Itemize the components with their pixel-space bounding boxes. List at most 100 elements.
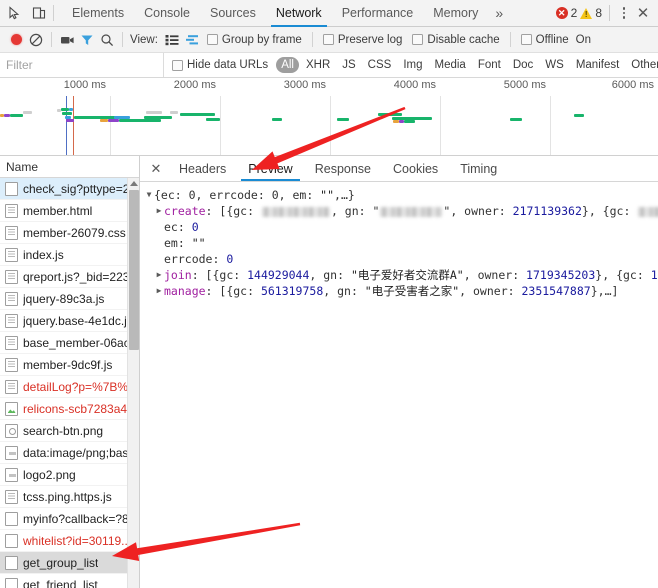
request-row[interactable]: search-btn.png (0, 420, 139, 442)
type-filter-img[interactable]: Img (398, 57, 427, 73)
overview-request-bar (119, 119, 161, 122)
tab-memory[interactable]: Memory (423, 0, 488, 27)
json-preview-tree[interactable]: ▼ {ec: 0, errcode: 0, em: "",…} ▶ create: [… (140, 183, 658, 588)
tab-network[interactable]: Network (266, 0, 332, 27)
json-row[interactable]: em: "" (144, 235, 658, 251)
json-token: , gn: " (330, 204, 380, 218)
request-row[interactable]: member-26079.css (0, 222, 139, 244)
view-waterfall-icon[interactable] (182, 30, 202, 50)
request-row[interactable]: member.html (0, 200, 139, 222)
json-token: 2351547887 (521, 284, 591, 298)
type-filter-all[interactable]: All (276, 57, 299, 73)
view-list-icon[interactable] (162, 30, 182, 50)
filter-input[interactable] (0, 53, 163, 77)
type-filter-js[interactable]: JS (337, 57, 360, 73)
json-token: "电子爱好者交流群A" (350, 268, 464, 282)
type-filter-font[interactable]: Font (473, 57, 506, 73)
request-row[interactable]: jquery-89c3a.js (0, 288, 139, 310)
preserve-log-checkbox[interactable]: Preserve log (322, 34, 402, 46)
type-filter-other[interactable]: Other (626, 57, 658, 73)
scroll-up-arrow-icon[interactable] (128, 178, 139, 189)
toggle-device-toolbar-icon[interactable] (31, 5, 47, 21)
request-row[interactable]: get_group_list (0, 552, 139, 574)
tab-sources[interactable]: Sources (200, 0, 266, 27)
error-count-badge[interactable]: ✕ 2 (555, 6, 577, 20)
tab-console-label: Console (144, 6, 190, 20)
hide-data-urls-checkbox[interactable]: Hide data URLs (172, 59, 268, 71)
tabbar-right-controls: ✕ 2 8 ✕ (555, 4, 658, 22)
request-row[interactable]: base_member-06ac (0, 332, 139, 354)
overview-request-bar (108, 119, 119, 122)
devtools-menu-icon[interactable] (617, 5, 631, 21)
json-token: 144929044 (247, 268, 310, 282)
expand-triangle-closed-icon[interactable]: ▶ (154, 283, 164, 299)
clear-button[interactable] (26, 30, 46, 50)
type-filter-media[interactable]: Media (430, 57, 471, 73)
image-file-icon (5, 401, 18, 416)
json-token: join (164, 268, 192, 282)
request-row[interactable]: tcss.ping.https.js (0, 486, 139, 508)
request-row-name: member-9dc9f.js (23, 357, 113, 372)
request-row[interactable]: index.js (0, 244, 139, 266)
json-row[interactable]: ec: 0 (144, 219, 658, 235)
close-devtools-icon[interactable]: ✕ (634, 4, 652, 22)
type-filter-css[interactable]: CSS (363, 57, 397, 73)
expand-triangle-closed-icon[interactable]: ▶ (154, 203, 164, 219)
request-row[interactable]: detailLog?p=%7B% (0, 376, 139, 398)
overview-gridline (110, 96, 111, 155)
tab-response[interactable]: Response (304, 156, 382, 181)
network-overview-timeline[interactable]: 1000 ms 2000 ms 3000 ms 4000 ms 5000 ms 6000 … (0, 78, 658, 156)
json-token: 17 (650, 268, 658, 282)
request-row[interactable]: member-9dc9f.js (0, 354, 139, 376)
request-row[interactable]: get_friend_list (0, 574, 139, 588)
disable-cache-checkbox[interactable]: Disable cache (412, 34, 500, 46)
tab-headers[interactable]: Headers (168, 156, 237, 181)
tab-preview[interactable]: Preview (237, 156, 303, 181)
request-row[interactable]: myinfo?callback=?8 (0, 508, 139, 530)
scrollbar-thumb[interactable] (129, 190, 139, 350)
tab-elements[interactable]: Elements (62, 0, 134, 27)
json-row[interactable]: ▶ manage: [{gc: 561319758, gn: "电子受害者之家",… (144, 283, 658, 299)
tab-performance[interactable]: Performance (332, 0, 424, 27)
expand-triangle-closed-icon[interactable]: ▶ (154, 267, 164, 283)
expand-triangle-open-icon[interactable]: ▼ (144, 187, 154, 203)
capture-screenshots-icon[interactable] (57, 30, 77, 50)
type-filter-doc[interactable]: Doc (508, 57, 538, 73)
group-by-frame-label: Group by frame (221, 33, 302, 46)
type-filter-xhr[interactable]: XHR (301, 57, 335, 73)
tab-cookies[interactable]: Cookies (382, 156, 449, 181)
overview-request-bar (10, 114, 23, 117)
offline-checkbox[interactable]: Offline (520, 34, 569, 46)
request-row-name: relicons-scb7283a4! (23, 401, 131, 416)
detail-tab-bar: ✕ Headers Preview Response Cookies Timin… (140, 156, 658, 182)
request-row[interactable]: qreport.js?_bid=223 (0, 266, 139, 288)
json-row[interactable]: ▶ create: [{gc: , gn: " ", owner: 21711393… (144, 203, 658, 219)
request-row[interactable]: logo2.png (0, 464, 139, 486)
right-divider (609, 5, 610, 21)
toolbar-divider-4 (509, 32, 511, 47)
tab-console[interactable]: Console (134, 0, 200, 27)
overview-request-bar (100, 119, 108, 122)
request-row[interactable]: check_sig?pttype=2 (0, 178, 139, 200)
json-row[interactable]: errcode: 0 (144, 251, 658, 267)
tab-timing[interactable]: Timing (449, 156, 508, 181)
request-row[interactable]: relicons-scb7283a4! (0, 398, 139, 420)
request-row-name: detailLog?p=%7B% (23, 379, 129, 394)
record-button[interactable] (6, 30, 26, 50)
close-detail-panel-icon[interactable]: ✕ (144, 156, 168, 181)
json-row[interactable]: ▶ join: [{gc: 144929044, gn: "电子爱好者交流群A",… (144, 267, 658, 283)
inspect-element-icon[interactable] (6, 5, 22, 21)
type-filter-manifest[interactable]: Manifest (571, 57, 624, 73)
search-icon[interactable] (97, 30, 117, 50)
json-row[interactable]: ▼ {ec: 0, errcode: 0, em: "",…} (144, 187, 658, 203)
more-tabs-icon[interactable]: » (488, 0, 510, 27)
request-row[interactable]: jquery.base-4e1dc.j (0, 310, 139, 332)
type-filter-ws[interactable]: WS (540, 57, 569, 73)
group-by-frame-checkbox[interactable]: Group by frame (206, 33, 302, 46)
request-row[interactable]: data:image/png;bas (0, 442, 139, 464)
request-list-scrollbar[interactable] (127, 178, 139, 588)
filter-icon[interactable] (77, 30, 97, 50)
warning-count-badge[interactable]: 8 (580, 6, 602, 20)
request-row[interactable]: whitelist?id=30119.. (0, 530, 139, 552)
throttle-select[interactable]: On (576, 34, 591, 46)
